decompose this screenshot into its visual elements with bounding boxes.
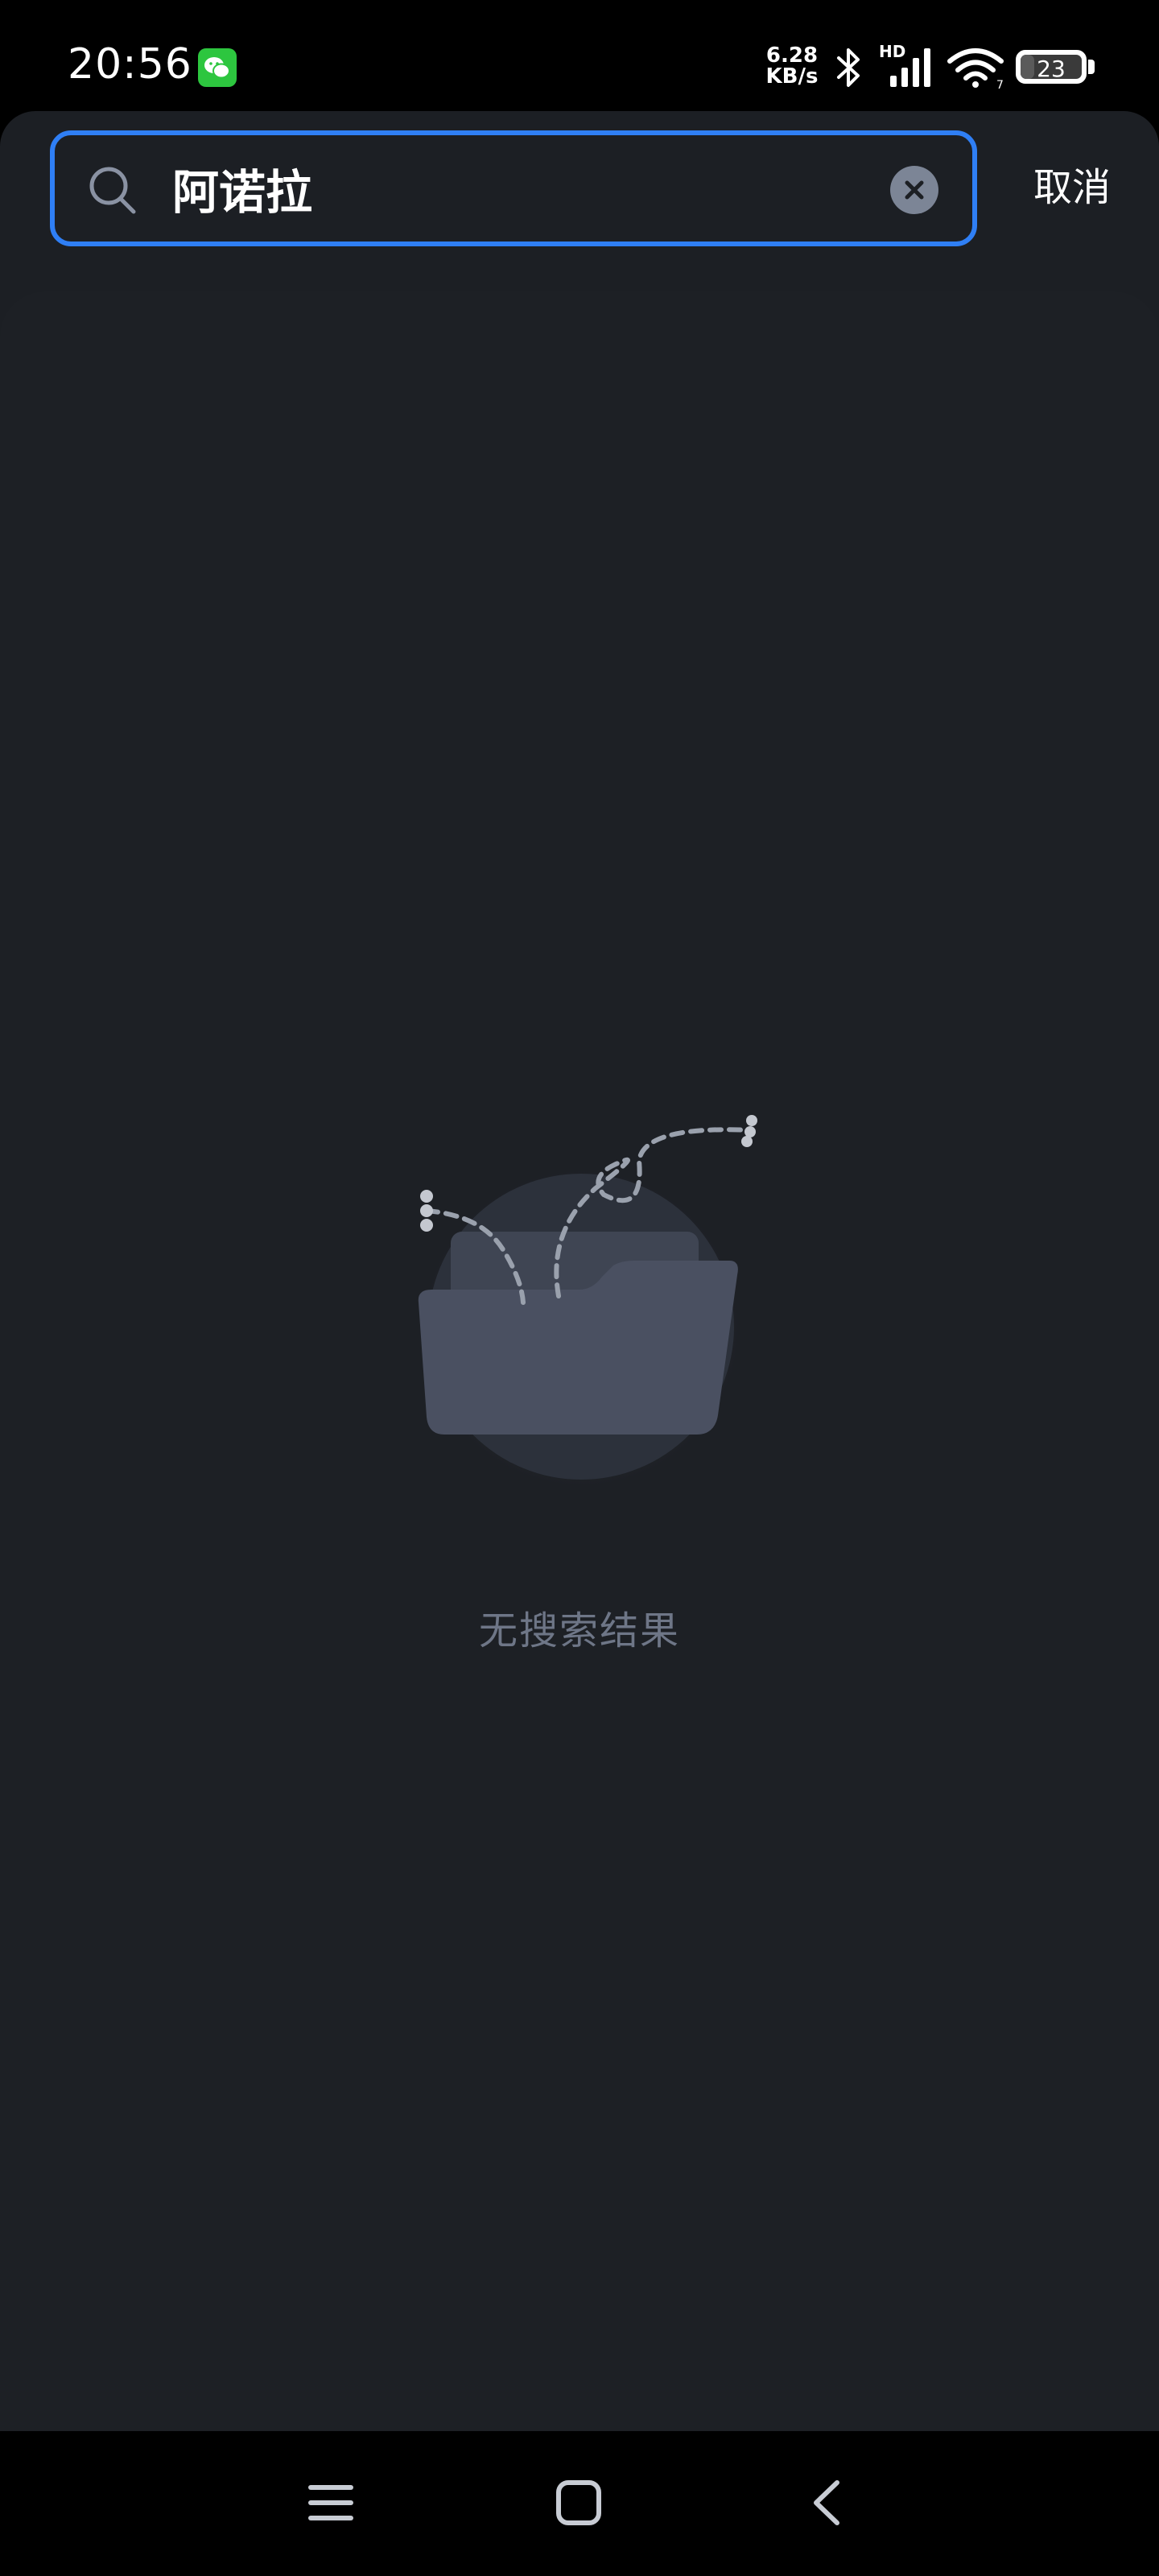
battery-icon: 23 — [1016, 50, 1087, 84]
svg-text:7: 7 — [996, 79, 1004, 90]
status-bar: 20:56 6.28 KB/s HD 7 23 — [0, 0, 1159, 113]
search-icon — [89, 167, 136, 214]
clear-icon — [905, 180, 924, 200]
clear-search-button[interactable] — [890, 166, 938, 214]
net-speed-unit: KB/s — [765, 64, 819, 89]
battery-nub — [1088, 60, 1095, 74]
net-speed-value: 6.28 — [765, 43, 819, 68]
signal-icon — [890, 48, 930, 87]
empty-results-message: 无搜索结果 — [478, 1608, 680, 1653]
search-input[interactable] — [172, 151, 864, 225]
wechat-icon — [198, 48, 237, 87]
cancel-button[interactable]: 取消 — [1016, 159, 1128, 216]
net-speed: 6.28 KB/s — [761, 45, 823, 87]
status-time: 20:56 — [68, 40, 192, 89]
search-box[interactable] — [50, 130, 977, 246]
navigation-bar — [0, 2431, 1159, 2576]
wifi-icon: 7 — [947, 48, 1004, 90]
menu-icon[interactable] — [304, 2476, 357, 2529]
home-icon[interactable] — [552, 2476, 605, 2529]
empty-folder-illustration — [418, 1115, 757, 1486]
battery-text: 23 — [1037, 56, 1066, 82]
back-icon[interactable] — [802, 2476, 855, 2529]
bluetooth-icon — [837, 48, 860, 87]
